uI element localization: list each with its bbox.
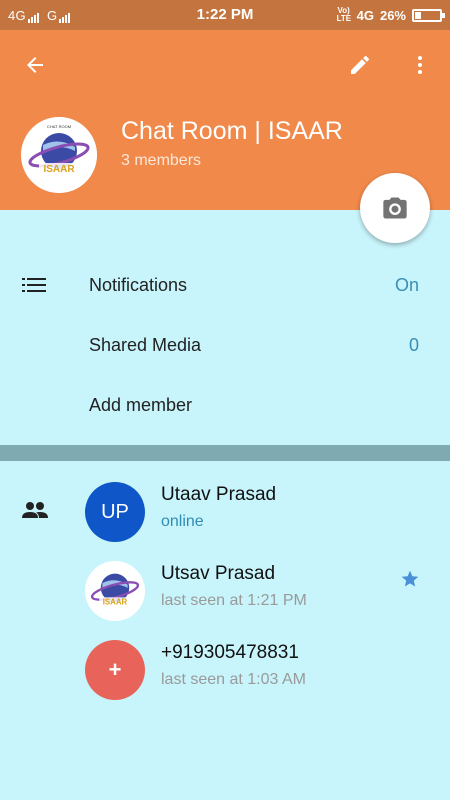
star-icon — [400, 569, 420, 594]
more-options-button[interactable] — [400, 45, 440, 85]
member-item[interactable]: + +919305478831 last seen at 1:03 AM — [0, 640, 450, 710]
add-member-row[interactable]: Add member — [0, 375, 450, 435]
member-count: 3 members — [121, 152, 202, 169]
svg-text:ISAAR: ISAAR — [43, 164, 75, 175]
member-name: +919305478831 — [161, 642, 299, 663]
member-status: online — [161, 513, 204, 530]
camera-icon — [383, 197, 407, 219]
section-divider — [0, 445, 450, 461]
isaar-logo-icon: ISAAR CHAT ROOM — [21, 117, 97, 193]
shared-media-row[interactable]: Shared Media 0 — [0, 315, 450, 375]
pencil-icon — [351, 55, 370, 74]
add-member-label: Add member — [89, 394, 193, 415]
notifications-row[interactable]: Notifications On — [0, 255, 450, 315]
system-indicators: Vo) LTE 4G 26% — [336, 6, 445, 23]
member-item[interactable]: ISAAR Utsav Prasad last seen at 1:21 PM — [0, 561, 450, 631]
avatar: + — [85, 640, 145, 700]
avatar-initials: + — [108, 657, 122, 682]
member-name: Utaav Prasad — [161, 484, 277, 505]
battery-percent: 26% — [379, 7, 406, 23]
battery-icon — [412, 8, 445, 22]
member-status: last seen at 1:03 AM — [161, 671, 306, 688]
edit-button[interactable] — [340, 45, 380, 85]
shared-media-count: 0 — [408, 334, 419, 355]
volte-label: Vo) LTE — [336, 6, 352, 23]
member-status: last seen at 1:21 PM — [161, 592, 307, 609]
shared-media-label: Shared Media — [89, 334, 202, 355]
svg-text:ISAAR: ISAAR — [103, 597, 128, 606]
dots-vertical-icon — [418, 56, 422, 74]
back-button[interactable] — [15, 45, 55, 85]
status-bar: 4G G 1:22 PM Vo) LTE 4G 26% — [0, 0, 450, 30]
member-item[interactable]: UP Utaav Prasad online — [0, 482, 450, 552]
arrow-left-icon — [27, 57, 43, 73]
avatar-initials: UP — [101, 500, 129, 523]
notifications-value: On — [394, 274, 419, 295]
group-title: Chat Room | ISAAR — [121, 117, 343, 145]
svg-text:CHAT ROOM: CHAT ROOM — [47, 124, 71, 129]
member-name: Utsav Prasad — [161, 563, 276, 584]
group-avatar[interactable]: ISAAR CHAT ROOM — [21, 117, 97, 193]
avatar: UP — [85, 482, 145, 542]
change-photo-button[interactable] — [360, 173, 430, 243]
network-type-right: 4G — [356, 7, 374, 23]
isaar-logo-icon: ISAAR — [85, 561, 145, 621]
notifications-label: Notifications — [89, 274, 188, 295]
avatar: ISAAR — [85, 561, 145, 621]
